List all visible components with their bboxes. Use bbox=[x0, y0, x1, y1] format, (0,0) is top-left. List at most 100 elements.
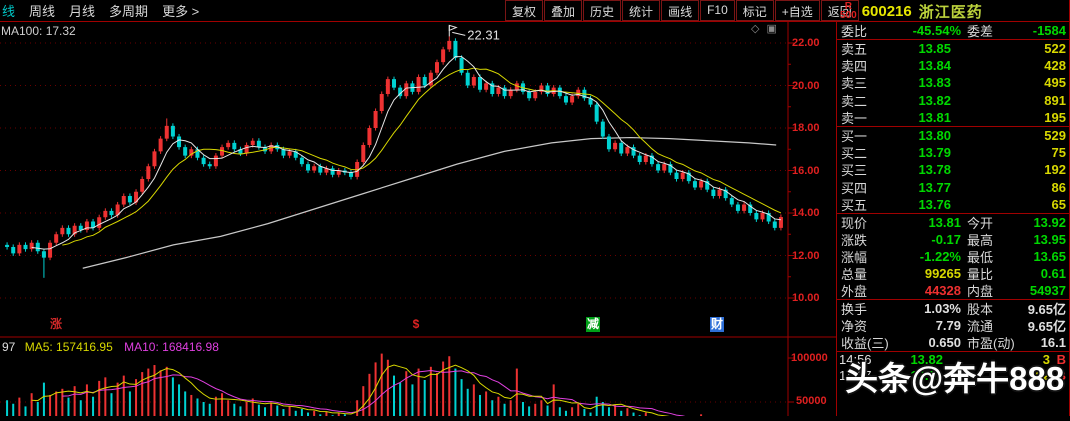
row-value: -1584 bbox=[1032, 23, 1066, 38]
book-price: 13.78 bbox=[918, 162, 951, 178]
watermark-text: 头条@奔牛888 bbox=[845, 360, 1065, 397]
stat-row: 涨幅 -1.22% 最低 13.65 bbox=[837, 248, 1069, 265]
book-level-label: 买五 bbox=[841, 197, 868, 213]
stock-header: R 500 600216 浙江医药 bbox=[840, 0, 983, 22]
row-value: 13.95 bbox=[1033, 231, 1066, 247]
row-value: 13.81 bbox=[928, 214, 961, 230]
app-logo: R 500 bbox=[840, 2, 857, 21]
volume-indicator-header: 97 MA5: 157416.95 MA10: 168416.98 bbox=[2, 340, 219, 354]
book-volume: 428 bbox=[1044, 58, 1066, 74]
chart-corner-icons: ◇ ▣ bbox=[751, 22, 777, 35]
ask-row: 卖五 13.85 522 bbox=[837, 40, 1069, 57]
toolbar-button-1[interactable]: 叠加 bbox=[544, 0, 583, 21]
book-volume: 195 bbox=[1044, 109, 1066, 125]
ask-row: 卖一 13.81 195 bbox=[837, 109, 1069, 126]
ask-row: 卖四 13.84 428 bbox=[837, 57, 1069, 74]
toolbar-button-5[interactable]: F10 bbox=[700, 0, 735, 21]
event-marker-0[interactable]: 涨 bbox=[49, 317, 63, 332]
row-label: 市盈(动) bbox=[967, 335, 1015, 351]
book-level-label: 买四 bbox=[841, 180, 868, 196]
book-level-label: 卖二 bbox=[841, 93, 868, 109]
event-marker-1[interactable]: $ bbox=[409, 317, 423, 332]
book-price: 13.83 bbox=[918, 75, 951, 91]
book-level-label: 买二 bbox=[841, 146, 868, 162]
price-axis-label: 16.00 bbox=[792, 164, 820, 177]
toolbar-button-0[interactable]: 复权 bbox=[505, 0, 544, 21]
kline-chart-area[interactable]: 22.31 bbox=[0, 22, 836, 416]
bid-row: 买二 13.79 75 bbox=[837, 144, 1069, 161]
ma100-indicator-label: MA100: 17.32 bbox=[1, 24, 76, 38]
book-price: 13.82 bbox=[918, 92, 951, 108]
row-value: 0.61 bbox=[1040, 265, 1066, 281]
book-level-label: 卖五 bbox=[841, 42, 868, 58]
chart-tools-menu: 复权 叠加 历史 统计 画线 F10 标记 +自选 返回 bbox=[505, 0, 860, 22]
top-toolbar: 线周线 月线 多周期 更多 > 复权 叠加 历史 统计 画线 F10 标记 +自选 返回 R 500 … bbox=[0, 0, 1070, 22]
row-value: -0.17 bbox=[931, 231, 961, 247]
book-volume: 86 bbox=[1051, 179, 1066, 195]
toolbar-button-3[interactable]: 统计 bbox=[622, 0, 661, 21]
book-price: 13.76 bbox=[918, 196, 951, 212]
volume-ma5-label: MA5: 157416.95 bbox=[24, 340, 113, 354]
volume-ma10-label: MA10: 168416.98 bbox=[124, 340, 219, 354]
book-price: 13.77 bbox=[918, 179, 951, 195]
panel-toggle-icon[interactable]: ▣ bbox=[766, 22, 776, 35]
price-axis-label: 18.00 bbox=[792, 122, 820, 134]
book-volume: 522 bbox=[1044, 41, 1066, 57]
price-axis-label: 12.00 bbox=[792, 249, 820, 262]
row-value: -45.54% bbox=[912, 23, 961, 38]
menu-item-1[interactable]: 周线 bbox=[29, 1, 55, 20]
row-label: 委比 bbox=[841, 24, 868, 39]
stat-row: 外盘 44328 内盘 54937 bbox=[837, 282, 1069, 299]
row-label: 内盘 bbox=[967, 283, 994, 299]
menu-item-3[interactable]: 多周期 bbox=[109, 1, 148, 20]
kline-chart-canvas[interactable]: 22.31 bbox=[0, 22, 836, 416]
price-axis-label: 10.00 bbox=[792, 292, 820, 304]
book-price: 13.79 bbox=[918, 145, 951, 161]
row-value: 7.79 bbox=[935, 317, 961, 333]
bid-row: 买五 13.76 65 bbox=[837, 196, 1069, 213]
volume-value-fragment: 97 bbox=[2, 340, 16, 354]
book-volume: 192 bbox=[1044, 162, 1066, 178]
book-level-label: 买三 bbox=[841, 163, 868, 179]
book-price: 13.85 bbox=[918, 41, 951, 57]
weibi-row: 委比 -45.54% 委差 -1584 bbox=[837, 22, 1069, 39]
bid-row: 买一 13.80 529 bbox=[837, 127, 1069, 144]
stat-row: 净资 7.79 流通 9.65亿 bbox=[837, 317, 1069, 334]
toolbar-button-4[interactable]: 画线 bbox=[661, 0, 700, 21]
row-value: 0.650 bbox=[928, 334, 961, 350]
ask-row: 卖三 13.83 495 bbox=[837, 74, 1069, 91]
row-value: 9.65亿 bbox=[1027, 318, 1066, 334]
logo-500-text: 500 bbox=[840, 10, 857, 21]
price-axis-label: 14.00 bbox=[792, 207, 820, 219]
bid-row: 买三 13.78 192 bbox=[837, 161, 1069, 178]
toolbar-button-2[interactable]: 历史 bbox=[583, 0, 622, 21]
menu-item-2[interactable]: 月线 bbox=[69, 1, 95, 20]
book-level-label: 卖一 bbox=[841, 110, 868, 126]
ask-row: 卖二 13.82 891 bbox=[837, 92, 1069, 109]
menu-item-4[interactable]: 更多 > bbox=[162, 1, 199, 20]
period-menu: 线周线 月线 多周期 更多 > bbox=[0, 1, 199, 20]
menu-item-0[interactable]: 线 bbox=[2, 1, 15, 20]
book-level-label: 买一 bbox=[841, 129, 868, 145]
event-marker-3[interactable]: 财 bbox=[710, 317, 724, 332]
stock-name: 浙江医药 bbox=[918, 3, 983, 21]
toolbar-button-7[interactable]: +自选 bbox=[774, 0, 820, 21]
stat-row: 涨跌 -0.17 最高 13.95 bbox=[837, 231, 1069, 248]
volume-axis-label: 50000 bbox=[796, 395, 827, 407]
toolbar-button-6[interactable]: 标记 bbox=[735, 0, 774, 21]
price-axis-label: 20.00 bbox=[792, 79, 820, 92]
book-volume: 75 bbox=[1051, 145, 1066, 161]
diamond-icon[interactable]: ◇ bbox=[751, 22, 759, 35]
book-volume: 529 bbox=[1044, 128, 1066, 144]
stat-row: 换手 1.03% 股本 9.65亿 bbox=[837, 300, 1069, 317]
row-label: 外盘 bbox=[841, 283, 868, 299]
book-volume: 495 bbox=[1044, 75, 1066, 91]
row-value: 13.92 bbox=[1033, 214, 1066, 230]
row-label: 委差 bbox=[967, 24, 994, 39]
event-marker-2[interactable]: 减 bbox=[586, 317, 600, 332]
book-price: 13.81 bbox=[918, 109, 951, 125]
stock-app-window: { "toolbar": { "left_items": ["线", "周线",… bbox=[0, 0, 1070, 416]
bid-row: 买四 13.77 86 bbox=[837, 179, 1069, 196]
row-value: 1.03% bbox=[924, 300, 961, 316]
row-value: 16.1 bbox=[1040, 334, 1066, 350]
